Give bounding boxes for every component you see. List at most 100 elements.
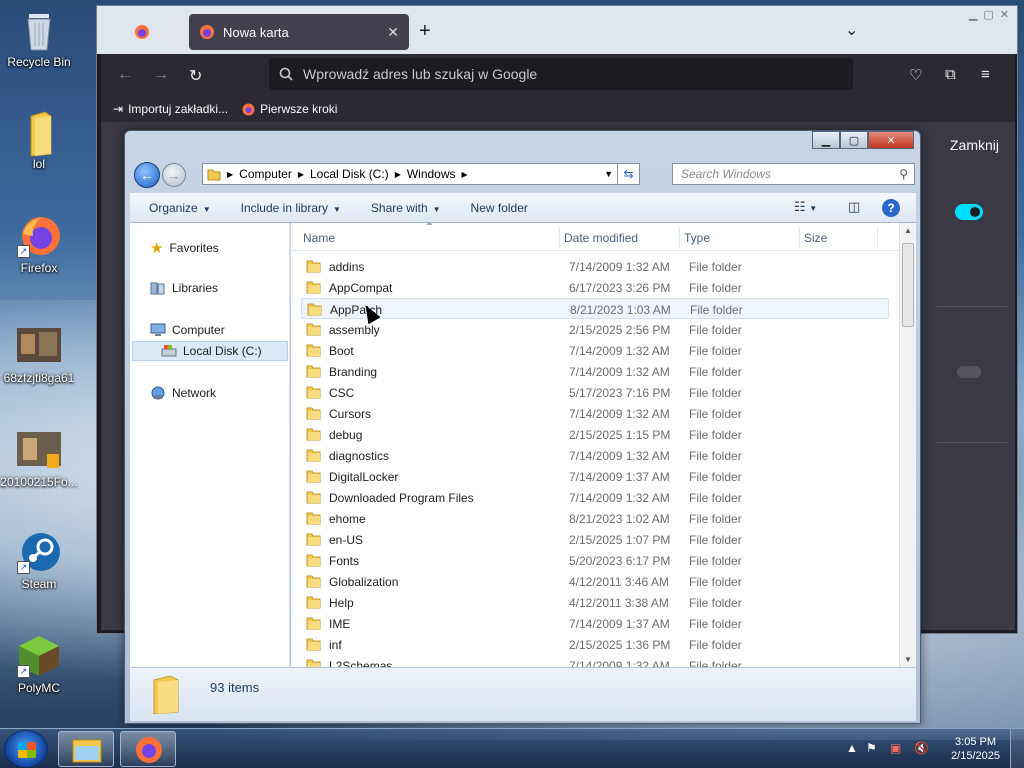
scroll-up-icon[interactable]: ▲ <box>904 226 912 235</box>
table-row[interactable]: Help 4/12/2011 3:38 AM File folder <box>301 592 889 613</box>
column-size[interactable]: Size <box>804 231 827 245</box>
table-row[interactable]: L2Schemas 7/14/2009 1:32 AM File folder <box>301 655 889 667</box>
nav-computer[interactable]: Computer <box>150 323 225 337</box>
table-row[interactable]: DigitalLocker 7/14/2009 1:37 AM File folde… <box>301 466 889 487</box>
desktop-icon-label: Steam <box>21 577 57 591</box>
table-row[interactable]: IME 7/14/2009 1:37 AM File folder <box>301 613 889 634</box>
breadcrumb-windows[interactable]: Windows <box>407 167 456 181</box>
organize-button[interactable]: Organize ▼ <box>149 201 211 215</box>
table-row[interactable]: assembly 2/15/2025 2:56 PM File folder <box>301 319 889 340</box>
preview-pane-icon[interactable]: ◫ <box>848 199 860 215</box>
column-divider[interactable] <box>877 227 878 249</box>
breadcrumb-arrow-icon[interactable]: ▶ <box>298 170 304 179</box>
show-hidden-icons-icon[interactable]: ▲ <box>846 741 858 755</box>
clock[interactable]: 3:05 PM 2/15/2025 <box>951 735 1000 763</box>
table-row[interactable]: Downloaded Program Files 7/14/2009 1:32 A… <box>301 487 889 508</box>
column-name[interactable]: Name <box>303 231 335 245</box>
close-icon[interactable]: ✕ <box>387 24 399 41</box>
column-date-modified[interactable]: Date modified <box>564 231 638 245</box>
table-row[interactable]: AppCompat 6/17/2023 3:26 PM File folder <box>301 277 889 298</box>
table-row[interactable]: debug 2/15/2025 1:15 PM File folder <box>301 424 889 445</box>
network-warning-icon[interactable]: ▣ <box>890 741 901 755</box>
table-row[interactable]: AppPatch 8/21/2023 1:03 AM File folder <box>301 298 889 319</box>
bookmark-getting-started[interactable]: Pierwsze kroki <box>242 102 337 116</box>
share-with-button[interactable]: Share with ▼ <box>371 201 441 215</box>
search-input[interactable]: Search Windows ⚲ <box>672 163 915 185</box>
maximize-icon[interactable]: ▢ <box>840 131 868 149</box>
forward-button[interactable]: → <box>162 163 186 187</box>
scrollbar-thumb[interactable] <box>902 243 914 327</box>
forward-arrow-icon[interactable]: → <box>153 66 169 84</box>
scroll-down-icon[interactable]: ▼ <box>904 655 912 664</box>
extensions-icon[interactable]: ⧉ <box>945 66 956 83</box>
toggle-switch-on[interactable] <box>955 204 983 220</box>
address-bar[interactable]: ▶ Computer ▶ Local Disk (C:) ▶ Windows ▶… <box>202 163 640 185</box>
search-icon[interactable]: ⚲ <box>899 167 908 181</box>
desktop-icon-polymc[interactable]: ↗ PolyMC <box>0 634 78 695</box>
table-row[interactable]: diagnostics 7/14/2009 1:32 AM File folder <box>301 445 889 466</box>
table-row[interactable]: Cursors 7/14/2009 1:32 AM File folder <box>301 403 889 424</box>
taskbar-firefox-button[interactable] <box>120 731 176 767</box>
desktop-icon-recycle-bin[interactable]: Recycle Bin <box>0 8 78 69</box>
desktop-icon-video-2[interactable]: 20100215Fo... <box>0 428 78 489</box>
table-row[interactable]: Fonts 5/20/2023 6:17 PM File folder <box>301 550 889 571</box>
nav-libraries[interactable]: Libraries <box>150 281 218 295</box>
action-center-icon[interactable]: ⚑ <box>866 741 877 755</box>
nav-network[interactable]: Network <box>150 386 216 400</box>
close-icon[interactable]: ✕ <box>868 131 914 149</box>
table-row[interactable]: Boot 7/14/2009 1:32 AM File folder <box>301 340 889 361</box>
maximize-icon[interactable]: ▢ <box>983 8 993 21</box>
breadcrumb-arrow-icon[interactable]: ▶ <box>462 170 468 179</box>
table-row[interactable]: Branding 7/14/2009 1:32 AM File folder <box>301 361 889 382</box>
nav-local-disk[interactable]: Local Disk (C:) <box>132 341 288 361</box>
folder-icon <box>153 675 179 714</box>
table-row[interactable]: addins 7/14/2009 1:32 AM File folder <box>301 256 889 277</box>
breadcrumb-local-disk[interactable]: Local Disk (C:) <box>310 167 389 181</box>
close-icon[interactable]: ✕ <box>1000 8 1009 21</box>
table-row[interactable]: inf 2/15/2025 1:36 PM File folder <box>301 634 889 655</box>
include-in-library-button[interactable]: Include in library ▼ <box>241 201 341 215</box>
bookmark-import[interactable]: ⇥ Importuj zakładki... <box>113 102 228 116</box>
desktop-icon-lol[interactable]: lol <box>0 110 78 171</box>
volume-muted-icon[interactable]: 🔇 <box>914 741 929 755</box>
taskbar-explorer-button[interactable] <box>58 731 114 767</box>
desktop-icon-steam[interactable]: ↗ Steam <box>0 530 78 591</box>
command-label: Organize <box>149 200 198 215</box>
desktop-icon-video-1[interactable]: 68zfzjti8ga61 <box>0 324 78 385</box>
chevron-down-icon[interactable]: ▼ <box>604 169 613 179</box>
new-folder-button[interactable]: New folder <box>471 201 528 215</box>
new-tab-button[interactable]: + <box>419 20 431 43</box>
start-button[interactable] <box>4 730 48 768</box>
table-row[interactable]: en-US 2/15/2025 1:07 PM File folder <box>301 529 889 550</box>
table-row[interactable]: Globalization 4/12/2011 3:46 AM File folde… <box>301 571 889 592</box>
firefox-pinned-tab[interactable] <box>101 14 183 50</box>
view-options-icon[interactable]: ☷ ▼ <box>794 199 817 215</box>
minimize-icon[interactable]: ▁ <box>812 131 840 149</box>
help-button[interactable]: ? <box>882 199 900 217</box>
column-divider[interactable] <box>799 227 800 249</box>
column-divider[interactable] <box>559 227 560 249</box>
column-type[interactable]: Type <box>684 231 710 245</box>
breadcrumb-arrow-icon[interactable]: ▶ <box>227 170 233 179</box>
toggle-switch-off[interactable] <box>957 366 981 378</box>
back-arrow-icon[interactable]: ← <box>117 66 133 84</box>
reload-icon[interactable]: ↻ <box>189 66 202 86</box>
minimize-icon[interactable]: ▁ <box>969 8 977 21</box>
url-bar[interactable]: Wprowadź adres lub szukaj w Google <box>269 58 853 90</box>
table-row[interactable]: CSC 5/17/2023 7:16 PM File folder <box>301 382 889 403</box>
firefox-active-tab[interactable]: Nowa karta ✕ <box>189 14 409 50</box>
column-divider[interactable] <box>679 227 680 249</box>
menu-icon[interactable]: ≡ <box>981 66 990 83</box>
pocket-icon[interactable]: ♡ <box>909 66 922 84</box>
refresh-icon[interactable]: ⇆ <box>617 164 639 184</box>
table-row[interactable]: ehome 8/21/2023 1:02 AM File folder <box>301 508 889 529</box>
desktop-icon-firefox[interactable]: ↗ Firefox <box>0 214 78 275</box>
back-button[interactable]: ← <box>134 162 160 188</box>
breadcrumb-computer[interactable]: Computer <box>239 167 292 181</box>
chevron-down-icon[interactable]: ⌄ <box>845 20 858 40</box>
nav-favorites[interactable]: ★ Favorites <box>150 239 219 257</box>
breadcrumb-arrow-icon[interactable]: ▶ <box>395 170 401 179</box>
vertical-scrollbar[interactable]: ▲ ▼ <box>899 223 916 667</box>
show-desktop-button[interactable] <box>1010 729 1024 768</box>
close-panel-button[interactable]: Zamknij <box>950 137 999 153</box>
